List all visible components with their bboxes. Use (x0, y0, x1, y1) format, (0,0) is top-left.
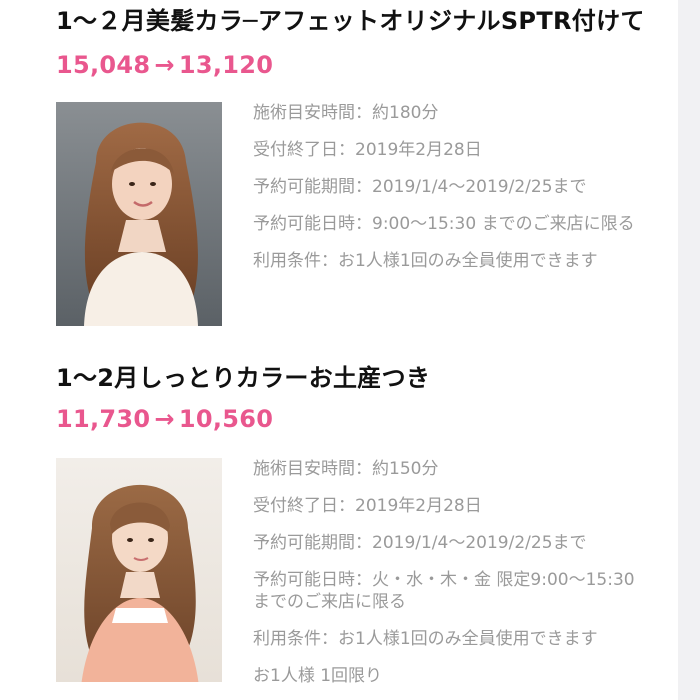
model-photo-image (56, 458, 222, 682)
coupon-details: 施術目安時間：約180分 受付終了日：2019年2月28日 予約可能期間：201… (253, 102, 653, 287)
price-line: 11,730 → 10,560 (56, 404, 678, 434)
treatment-time: 施術目安時間：約150分 (253, 459, 439, 479)
price-after: 13,120 (178, 51, 274, 79)
coupon-list: 1～２月美髪カラ─アフェットオリジナルSPTR付けて 15,048 → 13,120 (56, 0, 678, 700)
usage-conditions: 利用条件：お1人様1回のみ全員使用できます (253, 629, 598, 649)
side-strip (678, 0, 700, 700)
price-after: 10,560 (178, 405, 274, 433)
model-photo-image (56, 102, 222, 326)
price-before: 11,730 (56, 405, 151, 433)
model-photo[interactable] (56, 458, 222, 682)
treatment-time: 施術目安時間：約180分 (253, 103, 439, 123)
booking-hours: 予約可能日時：9:00～15:30 までのご来店に限る (253, 214, 635, 234)
booking-period: 予約可能期間：2019/1/4～2019/2/25まで (253, 533, 587, 553)
coupon-list-page: 1～２月美髪カラ─アフェットオリジナルSPTR付けて 15,048 → 13,120 (0, 0, 700, 700)
arrow-right-icon: → (154, 405, 175, 433)
coupon-title[interactable]: 1～2月しっとりカラーお土産つき (56, 362, 678, 393)
deadline: 受付終了日：2019年2月28日 (253, 496, 482, 516)
coupon-title[interactable]: 1～２月美髪カラ─アフェットオリジナルSPTR付けて (56, 0, 678, 36)
model-photo[interactable] (56, 102, 222, 326)
price-before: 15,048 (56, 51, 151, 79)
price-line: 15,048 → 13,120 (56, 50, 678, 80)
coupon-card[interactable]: 1～2月しっとりカラーお土産つき 11,730 → 10,560 施術目安時間：… (56, 362, 678, 700)
usage-limit: お1人様 1回限り (253, 666, 383, 686)
coupon-details: 施術目安時間：約150分 受付終了日：2019年2月28日 予約可能期間：201… (253, 458, 653, 700)
deadline: 受付終了日：2019年2月28日 (253, 140, 482, 160)
coupon-card[interactable]: 1～２月美髪カラ─アフェットオリジナルSPTR付けて 15,048 → 13,120 (56, 0, 678, 362)
usage-conditions: 利用条件：お1人様1回のみ全員使用できます (253, 251, 598, 271)
booking-period: 予約可能期間：2019/1/4～2019/2/25まで (253, 177, 587, 197)
booking-hours: 予約可能日時：火・水・木・金 限定9:00～15:30 までのご来店に限る (253, 570, 635, 612)
arrow-right-icon: → (154, 51, 175, 79)
